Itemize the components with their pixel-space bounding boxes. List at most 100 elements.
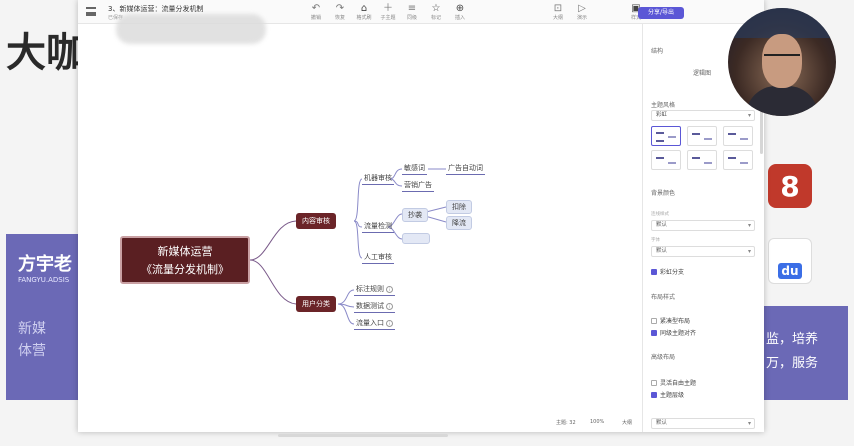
branch-node-user-class[interactable]: 用户分类: [296, 296, 336, 312]
theme-thumb-4[interactable]: [651, 150, 681, 170]
slide-left-line: 体营: [18, 343, 46, 359]
info-icon[interactable]: i: [386, 320, 393, 327]
slide-left-line: 新媒: [18, 321, 46, 337]
theme-select[interactable]: 彩虹: [651, 110, 755, 121]
checkbox-unchecked-icon: [651, 380, 657, 386]
node-data-test-text: 数据测试: [356, 302, 384, 310]
present-label: 演示: [576, 15, 587, 21]
checkbox-checked-icon: [651, 392, 657, 398]
add-sibling-label: 同级: [406, 15, 417, 21]
theme-style-label: 主题风格: [651, 102, 676, 109]
root-node[interactable]: 新媒体运营 《流量分发机制》: [120, 236, 250, 284]
line-style-label: 连线样式: [651, 212, 669, 217]
baidu-logo-text: du: [778, 263, 802, 279]
free-topic-label: 灵活自由主题: [660, 380, 697, 387]
rainbow-branch-check[interactable]: 彩虹分支: [651, 267, 684, 276]
theme-thumb-5[interactable]: [687, 150, 717, 170]
node-deduct[interactable]: [402, 233, 430, 244]
insert-button[interactable]: ⊕ 插入: [446, 3, 474, 21]
theme-thumb-3[interactable]: [723, 126, 753, 146]
present-button[interactable]: ▷ 演示: [568, 3, 596, 21]
red-logo-icon: 8: [768, 164, 812, 208]
play-icon: ▷: [578, 3, 586, 14]
slide-right-line: 万，服务: [766, 356, 819, 371]
node-flow-detect[interactable]: 流量检测: [362, 221, 394, 233]
slide-left-text: 新媒 体营: [18, 318, 46, 362]
add-child-label: 子主题: [380, 15, 396, 21]
info-icon[interactable]: i: [386, 286, 393, 293]
format-painter-label: 格式刷: [356, 15, 372, 21]
insert-icon: ⊕: [455, 3, 465, 14]
redo-label: 恢复: [334, 15, 345, 21]
font-select[interactable]: 默认: [651, 246, 755, 257]
advanced-section-label: 高级布局: [651, 354, 676, 361]
theme-thumb-2[interactable]: [687, 126, 717, 146]
bg-color-label: 背景颜色: [651, 190, 676, 197]
branch-node-content-review[interactable]: 内容审核: [296, 213, 336, 229]
node-deduction[interactable]: 扣除: [446, 200, 472, 214]
undo-label: 撤销: [310, 15, 321, 21]
node-reduce-flow[interactable]: 降流: [446, 216, 472, 230]
outline-label: 大纲: [552, 15, 563, 21]
document-title[interactable]: 3、新媒体运营：流量分发机制: [108, 4, 203, 14]
view-mode[interactable]: 大纲: [622, 419, 632, 426]
webcam-glasses: [764, 54, 800, 60]
align-topics-label: 同级主题对齐: [660, 330, 697, 337]
free-topic-check[interactable]: 灵活自由主题: [651, 378, 696, 387]
line-style-value: 默认: [656, 222, 668, 228]
webcam-person-face: [762, 34, 802, 88]
marker-label: 标记: [430, 15, 441, 21]
topic-level-label: 主题层级: [660, 392, 685, 399]
node-marketing-ads[interactable]: 营销广告: [402, 180, 434, 192]
insert-label: 插入: [454, 15, 465, 21]
compact-layout-check[interactable]: 紧凑型布局: [651, 316, 690, 325]
checkbox-checked-icon: [651, 269, 657, 275]
node-label-rule-text: 标注规则: [356, 285, 384, 293]
node-sensitive-words[interactable]: 敏感词: [402, 163, 427, 175]
presenter-name: 方宇老: [18, 254, 72, 275]
slide-right-text: 监，培养 万，服务: [766, 328, 818, 376]
menu-icon[interactable]: [86, 7, 96, 16]
font-label: 字体: [651, 238, 660, 243]
connector-lines: [249, 168, 447, 325]
checkbox-checked-icon: [651, 330, 657, 336]
font-select-value: 默认: [656, 248, 668, 254]
checkbox-unchecked-icon: [651, 318, 657, 324]
theme-thumb-6[interactable]: [723, 150, 753, 170]
zoom-level[interactable]: 100%: [590, 419, 604, 425]
theme-select-value: 彩虹: [656, 112, 668, 118]
align-topics-check[interactable]: 同级主题对齐: [651, 328, 696, 337]
horizontal-scrollbar[interactable]: [278, 434, 448, 437]
layout-section-label: 布局样式: [651, 294, 676, 301]
redaction-blur: [116, 14, 266, 44]
mindmap-canvas[interactable]: 新媒体运营 《流量分发机制》 内容审核 用户分类 机器审核 流量检测 人工审核 …: [78, 24, 642, 437]
presenter-sub: FANGYU.ADSIS: [18, 276, 70, 284]
root-line-2: 《流量分发机制》: [141, 263, 229, 276]
slide-right-line: 监，培养: [766, 332, 819, 347]
theme-thumb-1[interactable]: [651, 126, 681, 146]
node-ad-words[interactable]: 广告自动词: [446, 163, 485, 175]
rainbow-branch-label: 彩虹分支: [660, 269, 685, 276]
line-style-select[interactable]: 默认: [651, 220, 755, 231]
structure-label: 结构: [651, 48, 664, 55]
node-machine-review[interactable]: 机器审核: [362, 173, 394, 185]
bottom-select[interactable]: 默认: [651, 418, 755, 429]
topic-count: 主题: 32: [556, 420, 576, 426]
node-data-test[interactable]: 数据测试 i: [354, 301, 395, 313]
node-manual-review[interactable]: 人工审核: [362, 252, 394, 264]
node-plagiarism[interactable]: 抄袭: [402, 208, 428, 222]
node-flow-entry-text: 流量入口: [356, 319, 384, 327]
root-line-1: 新媒体运营: [157, 245, 213, 258]
bottom-select-value: 默认: [656, 420, 668, 426]
compact-layout-label: 紧凑型布局: [660, 318, 691, 325]
share-export-button[interactable]: 分享/导出: [638, 7, 684, 19]
baidu-logo-icon: du: [768, 238, 812, 284]
webcam-person-body: [746, 86, 818, 116]
webcam-overlay: [728, 8, 836, 116]
node-flow-entry[interactable]: 流量入口 i: [354, 318, 395, 330]
structure-value[interactable]: 逻辑图: [693, 68, 711, 77]
node-label-rule[interactable]: 标注规则 i: [354, 284, 395, 296]
info-icon[interactable]: i: [386, 303, 393, 310]
topic-level-check[interactable]: 主题层级: [651, 390, 684, 399]
slide-title: 大咖: [6, 30, 86, 76]
